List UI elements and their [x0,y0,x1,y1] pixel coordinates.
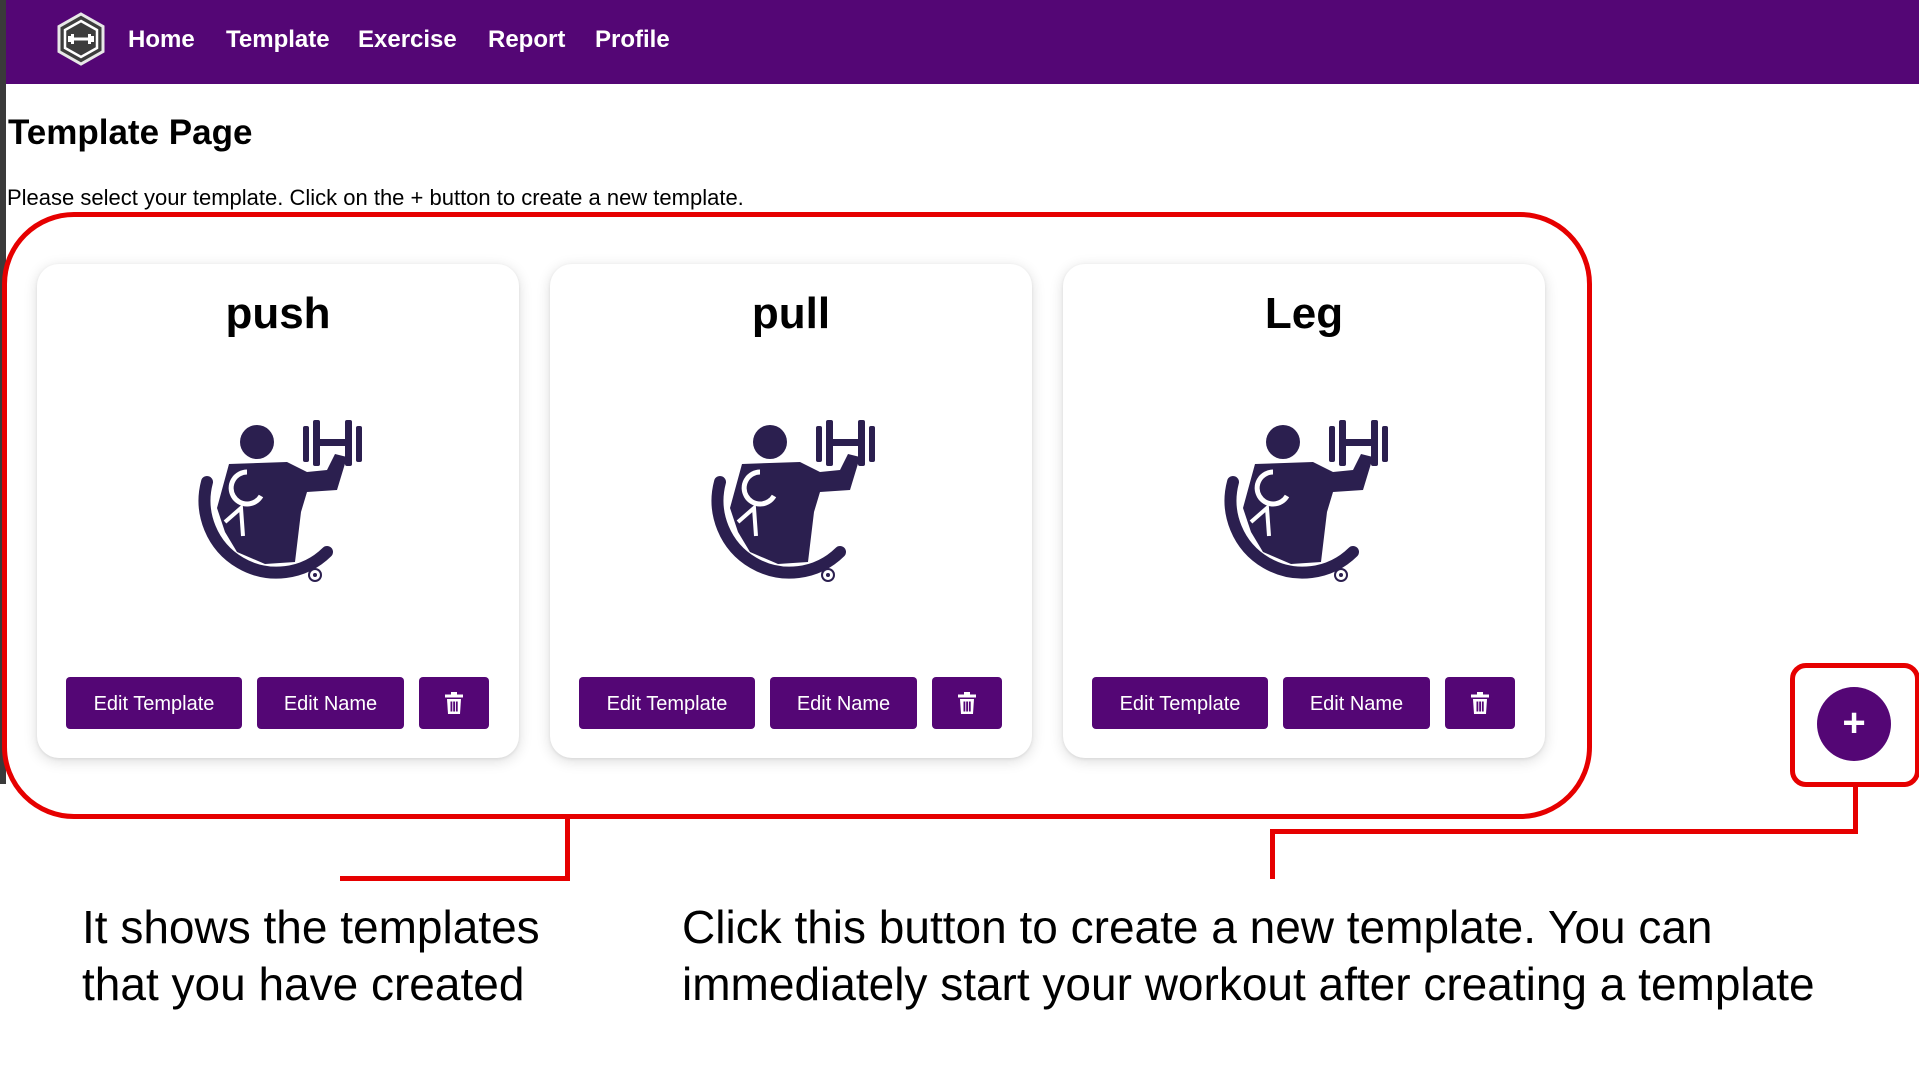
callout-connector-line [1270,829,1275,879]
bodybuilder-dumbbell-icon [690,412,890,602]
bodybuilder-dumbbell-icon [1203,412,1403,602]
template-card[interactable]: pull Edit Template Edit Name [550,264,1032,758]
add-template-button[interactable]: + [1817,687,1891,761]
templates-callout-text: It shows the templates [82,901,540,953]
edit-template-button[interactable]: Edit Template [579,677,755,729]
delete-template-button[interactable] [419,677,489,729]
callout-connector-line [340,876,570,881]
trash-icon [958,692,976,714]
template-card[interactable]: Leg Edit Template Edit Name [1063,264,1545,758]
plus-icon: + [1842,701,1866,745]
trash-icon [1471,692,1489,714]
page-description: Please select your template. Click on th… [7,185,744,210]
app-logo-icon[interactable] [54,12,108,66]
nav-report-link[interactable]: Report [488,24,565,56]
edit-template-button[interactable]: Edit Template [1092,677,1268,729]
callout-connector-line [565,819,570,881]
app-screen: Home Template Exercise Report Profile Te… [0,0,1919,1079]
nav-home-link[interactable]: Home [128,24,195,56]
edit-name-button[interactable]: Edit Name [1283,677,1430,729]
template-name: Leg [1264,289,1344,338]
template-name: pull [751,289,831,338]
window-edge [0,0,6,784]
nav-profile-link[interactable]: Profile [595,24,670,56]
delete-template-button[interactable] [932,677,1002,729]
trash-icon [445,692,463,714]
add-callout-text: Click this button to create a new templa… [682,901,1713,953]
template-card[interactable]: push Edit Template Edit Name [37,264,519,758]
edit-name-button[interactable]: Edit Name [257,677,404,729]
bodybuilder-dumbbell-icon [177,412,377,602]
navbar: Home Template Exercise Report Profile [6,0,1919,84]
template-name: push [225,289,331,338]
nav-exercise-link[interactable]: Exercise [358,24,457,56]
page-title: Template Page [8,113,253,152]
callout-connector-line [1270,829,1858,834]
nav-template-link[interactable]: Template [226,24,330,56]
add-callout-text: immediately start your workout after cre… [682,958,1815,1010]
templates-callout-text: that you have created [82,958,525,1010]
callout-connector-line [1853,787,1858,834]
edit-template-button[interactable]: Edit Template [66,677,242,729]
delete-template-button[interactable] [1445,677,1515,729]
edit-name-button[interactable]: Edit Name [770,677,917,729]
